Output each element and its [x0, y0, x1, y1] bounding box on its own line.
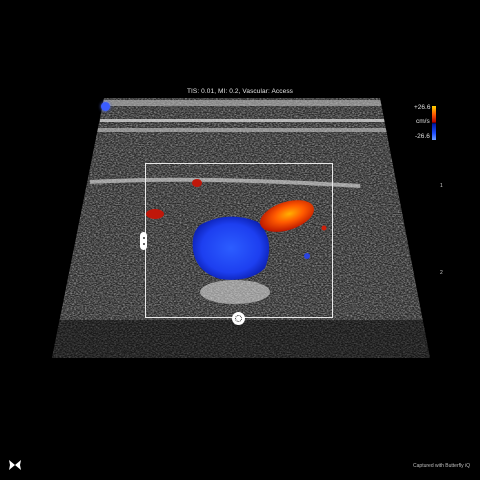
depth-tick-label: 2 — [440, 270, 443, 276]
roi-resize-handle-left[interactable] — [140, 232, 147, 250]
roi-move-handle-icon[interactable] — [232, 312, 245, 325]
depth-tick-label: 1 — [440, 183, 443, 189]
scale-unit-label: cm/s — [416, 118, 430, 125]
capture-caption: Captured with Butterfly iQ — [413, 463, 470, 469]
velocity-color-scale — [432, 106, 436, 140]
butterfly-logo-icon — [9, 460, 21, 470]
scale-max-label: +26.6 — [414, 104, 431, 111]
scan-parameters-header: TIS: 0.01, MI: 0.2, Vascular: Access — [186, 88, 294, 95]
scale-min-label: -26.6 — [415, 133, 430, 140]
orientation-marker-icon — [101, 102, 110, 111]
color-doppler-roi-box[interactable] — [145, 163, 333, 318]
